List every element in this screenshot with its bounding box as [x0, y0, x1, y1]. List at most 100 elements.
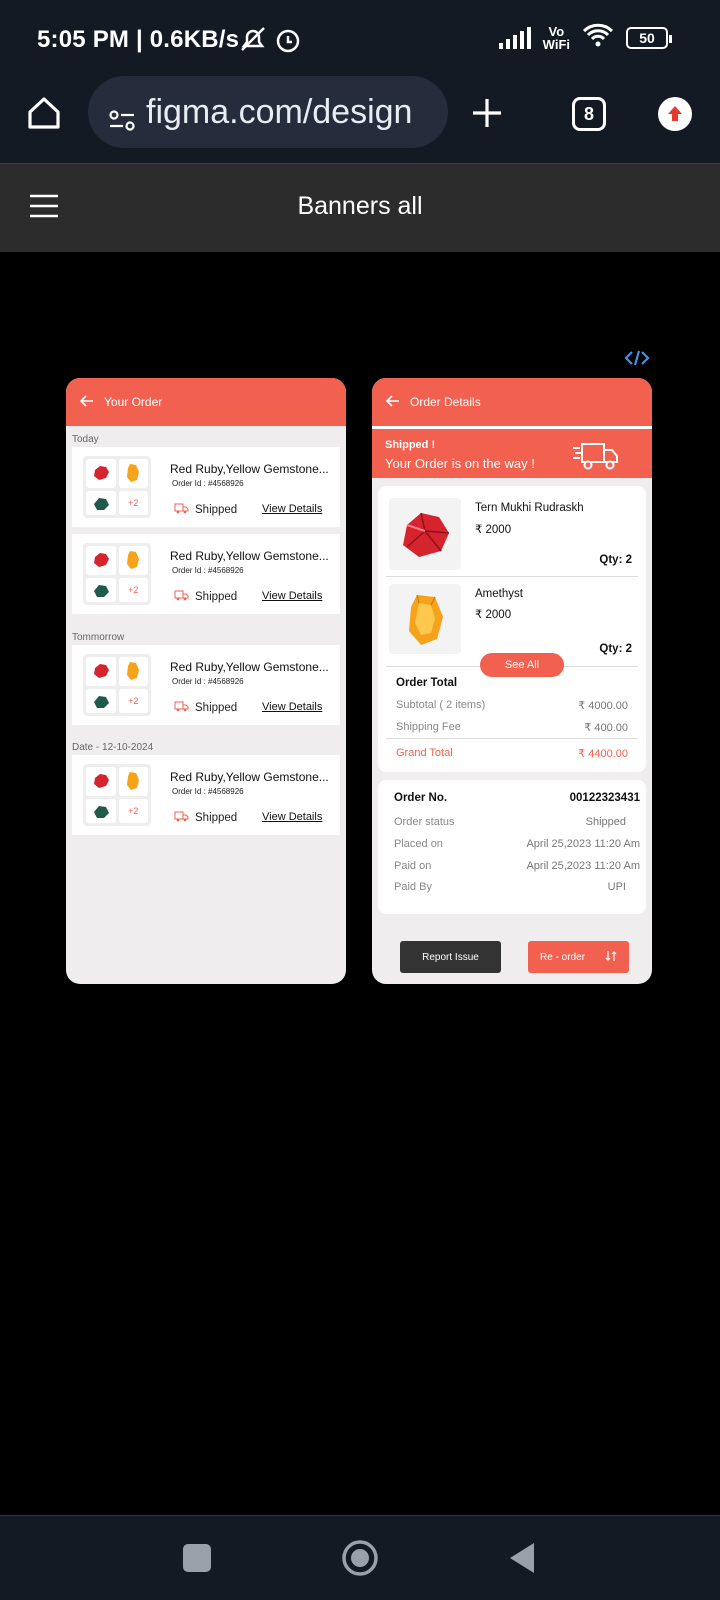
recents-button[interactable] [183, 1544, 211, 1572]
section-label: Date - 12-10-2024 [72, 742, 154, 753]
page-title: Banners all [297, 192, 423, 220]
view-details-link[interactable]: View Details [262, 503, 322, 515]
order-info-card: Order No. 00122323431 Order status Shipp… [378, 780, 646, 914]
more-count: +2 [118, 490, 148, 515]
product-price: ₹ 2000 [475, 524, 512, 536]
order-details-title: Order Details [410, 395, 481, 409]
ruby-icon [86, 767, 116, 796]
order-card[interactable]: +2 Red Ruby,Yellow Gemstone... Order Id … [72, 645, 340, 725]
subtotal-label: Subtotal ( 2 items) [396, 699, 486, 711]
view-details-link[interactable]: View Details [262, 701, 322, 713]
paid-on-value: April 25,2023 11:20 Am [526, 860, 640, 872]
shipping-status: Shipped [173, 811, 237, 825]
emerald-icon [86, 798, 116, 823]
shipping-status: Shipped [173, 701, 237, 715]
paid-by-label: Paid By [394, 881, 432, 893]
update-icon[interactable] [658, 97, 692, 131]
more-count: +2 [118, 577, 148, 602]
order-status-value: Shipped [585, 816, 626, 828]
emerald-icon [86, 577, 116, 602]
back-arrow-icon[interactable] [385, 394, 400, 410]
ruby-icon [86, 459, 116, 488]
order-list-header: Your Order [66, 378, 346, 426]
order-details-header: Order Details [372, 378, 652, 426]
tab-switcher-button[interactable]: 8 [572, 97, 606, 131]
shipping-value: ₹ 400.00 [584, 722, 628, 734]
shipping-label: Shipping Fee [396, 721, 461, 733]
banner-message: Your Order is on the way ! [385, 456, 535, 471]
mute-alarm-icons [240, 26, 304, 59]
order-name: Red Ruby,Yellow Gemstone... [170, 660, 329, 674]
grand-total-value: ₹ 4400.00 [578, 748, 628, 760]
product-qty: Qty: 2 [599, 643, 632, 655]
grand-total-label: Grand Total [396, 747, 453, 759]
site-settings-icon[interactable] [108, 102, 136, 141]
order-name: Red Ruby,Yellow Gemstone... [170, 549, 329, 563]
wifi-icon [582, 22, 614, 53]
product-image [389, 498, 461, 570]
order-card[interactable]: +2 Red Ruby,Yellow Gemstone... Order Id … [72, 534, 340, 614]
products-card: Tern Mukhi Rudraskh ₹ 2000 Qty: 2 Amethy… [378, 486, 646, 772]
divider [386, 576, 638, 577]
shipping-status: Shipped [173, 590, 237, 604]
new-tab-icon[interactable] [470, 96, 504, 135]
home-icon[interactable] [26, 95, 62, 136]
home-nav-button[interactable] [341, 1539, 379, 1582]
order-name: Red Ruby,Yellow Gemstone... [170, 462, 329, 476]
order-status-label: Order status [394, 816, 455, 828]
order-thumbnails: +2 [83, 456, 151, 518]
status-bar: 5:05 PM | 0.6KB/s Vo WiFi 50 [0, 0, 720, 80]
paid-by-value: UPI [607, 881, 626, 893]
order-thumbnails: +2 [83, 764, 151, 826]
order-no-value: 00122323431 [569, 792, 640, 804]
url-bar[interactable]: figma.com/design [88, 76, 448, 148]
truck-icon [173, 701, 189, 715]
order-details-screen: Order Details Shipped ! Your Order is on… [372, 378, 652, 984]
placed-on-value: April 25,2023 11:20 Am [526, 838, 640, 850]
back-nav-button[interactable] [508, 1541, 536, 1580]
android-nav-bar [0, 1515, 720, 1600]
status-time: 5:05 PM | 0.6KB/s [37, 26, 240, 53]
delivery-truck-icon [572, 438, 620, 477]
product-name: Amethyst [475, 588, 523, 600]
divider [386, 738, 638, 739]
shipping-status: Shipped [173, 503, 237, 517]
reorder-button[interactable]: Re - order [528, 941, 629, 973]
order-no-label: Order No. [394, 792, 448, 804]
code-icon[interactable] [624, 349, 650, 372]
refresh-icon [605, 950, 617, 965]
order-id: Order Id : #4568926 [172, 787, 244, 796]
order-card[interactable]: +2 Red Ruby,Yellow Gemstone... Order Id … [72, 447, 340, 527]
signal-icon [498, 26, 531, 49]
subtotal-value: ₹ 4000.00 [578, 700, 628, 712]
order-list-screen: Your Order Today +2 Red Ruby,Yellow Gems… [66, 378, 346, 984]
gemstone-icon [118, 459, 148, 488]
order-id: Order Id : #4568926 [172, 566, 244, 575]
order-name: Red Ruby,Yellow Gemstone... [170, 770, 329, 784]
truck-icon [173, 811, 189, 825]
more-count: +2 [118, 798, 148, 823]
url-text: figma.com/design [146, 92, 413, 131]
gemstone-icon [118, 657, 148, 686]
banner-status: Shipped ! [385, 439, 436, 451]
truck-icon [173, 590, 189, 604]
order-card[interactable]: +2 Red Ruby,Yellow Gemstone... Order Id … [72, 755, 340, 835]
section-label: Tommorrow [72, 632, 125, 643]
vowifi-label: Vo WiFi [542, 23, 570, 52]
report-issue-button[interactable]: Report Issue [400, 941, 501, 973]
order-id: Order Id : #4568926 [172, 677, 244, 686]
view-details-link[interactable]: View Details [262, 590, 322, 602]
order-thumbnails: +2 [83, 654, 151, 716]
battery-icon: 50 [626, 26, 672, 49]
see-all-button[interactable]: See All [480, 653, 564, 677]
placed-on-label: Placed on [394, 838, 443, 850]
truck-icon [173, 503, 189, 517]
emerald-icon [86, 490, 116, 515]
back-arrow-icon[interactable] [79, 394, 94, 410]
order-total-title: Order Total [396, 677, 458, 689]
gemstone-icon [118, 767, 148, 796]
emerald-icon [86, 688, 116, 713]
paid-on-label: Paid on [394, 860, 432, 872]
view-details-link[interactable]: View Details [262, 811, 322, 823]
order-id: Order Id : #4568926 [172, 479, 244, 488]
